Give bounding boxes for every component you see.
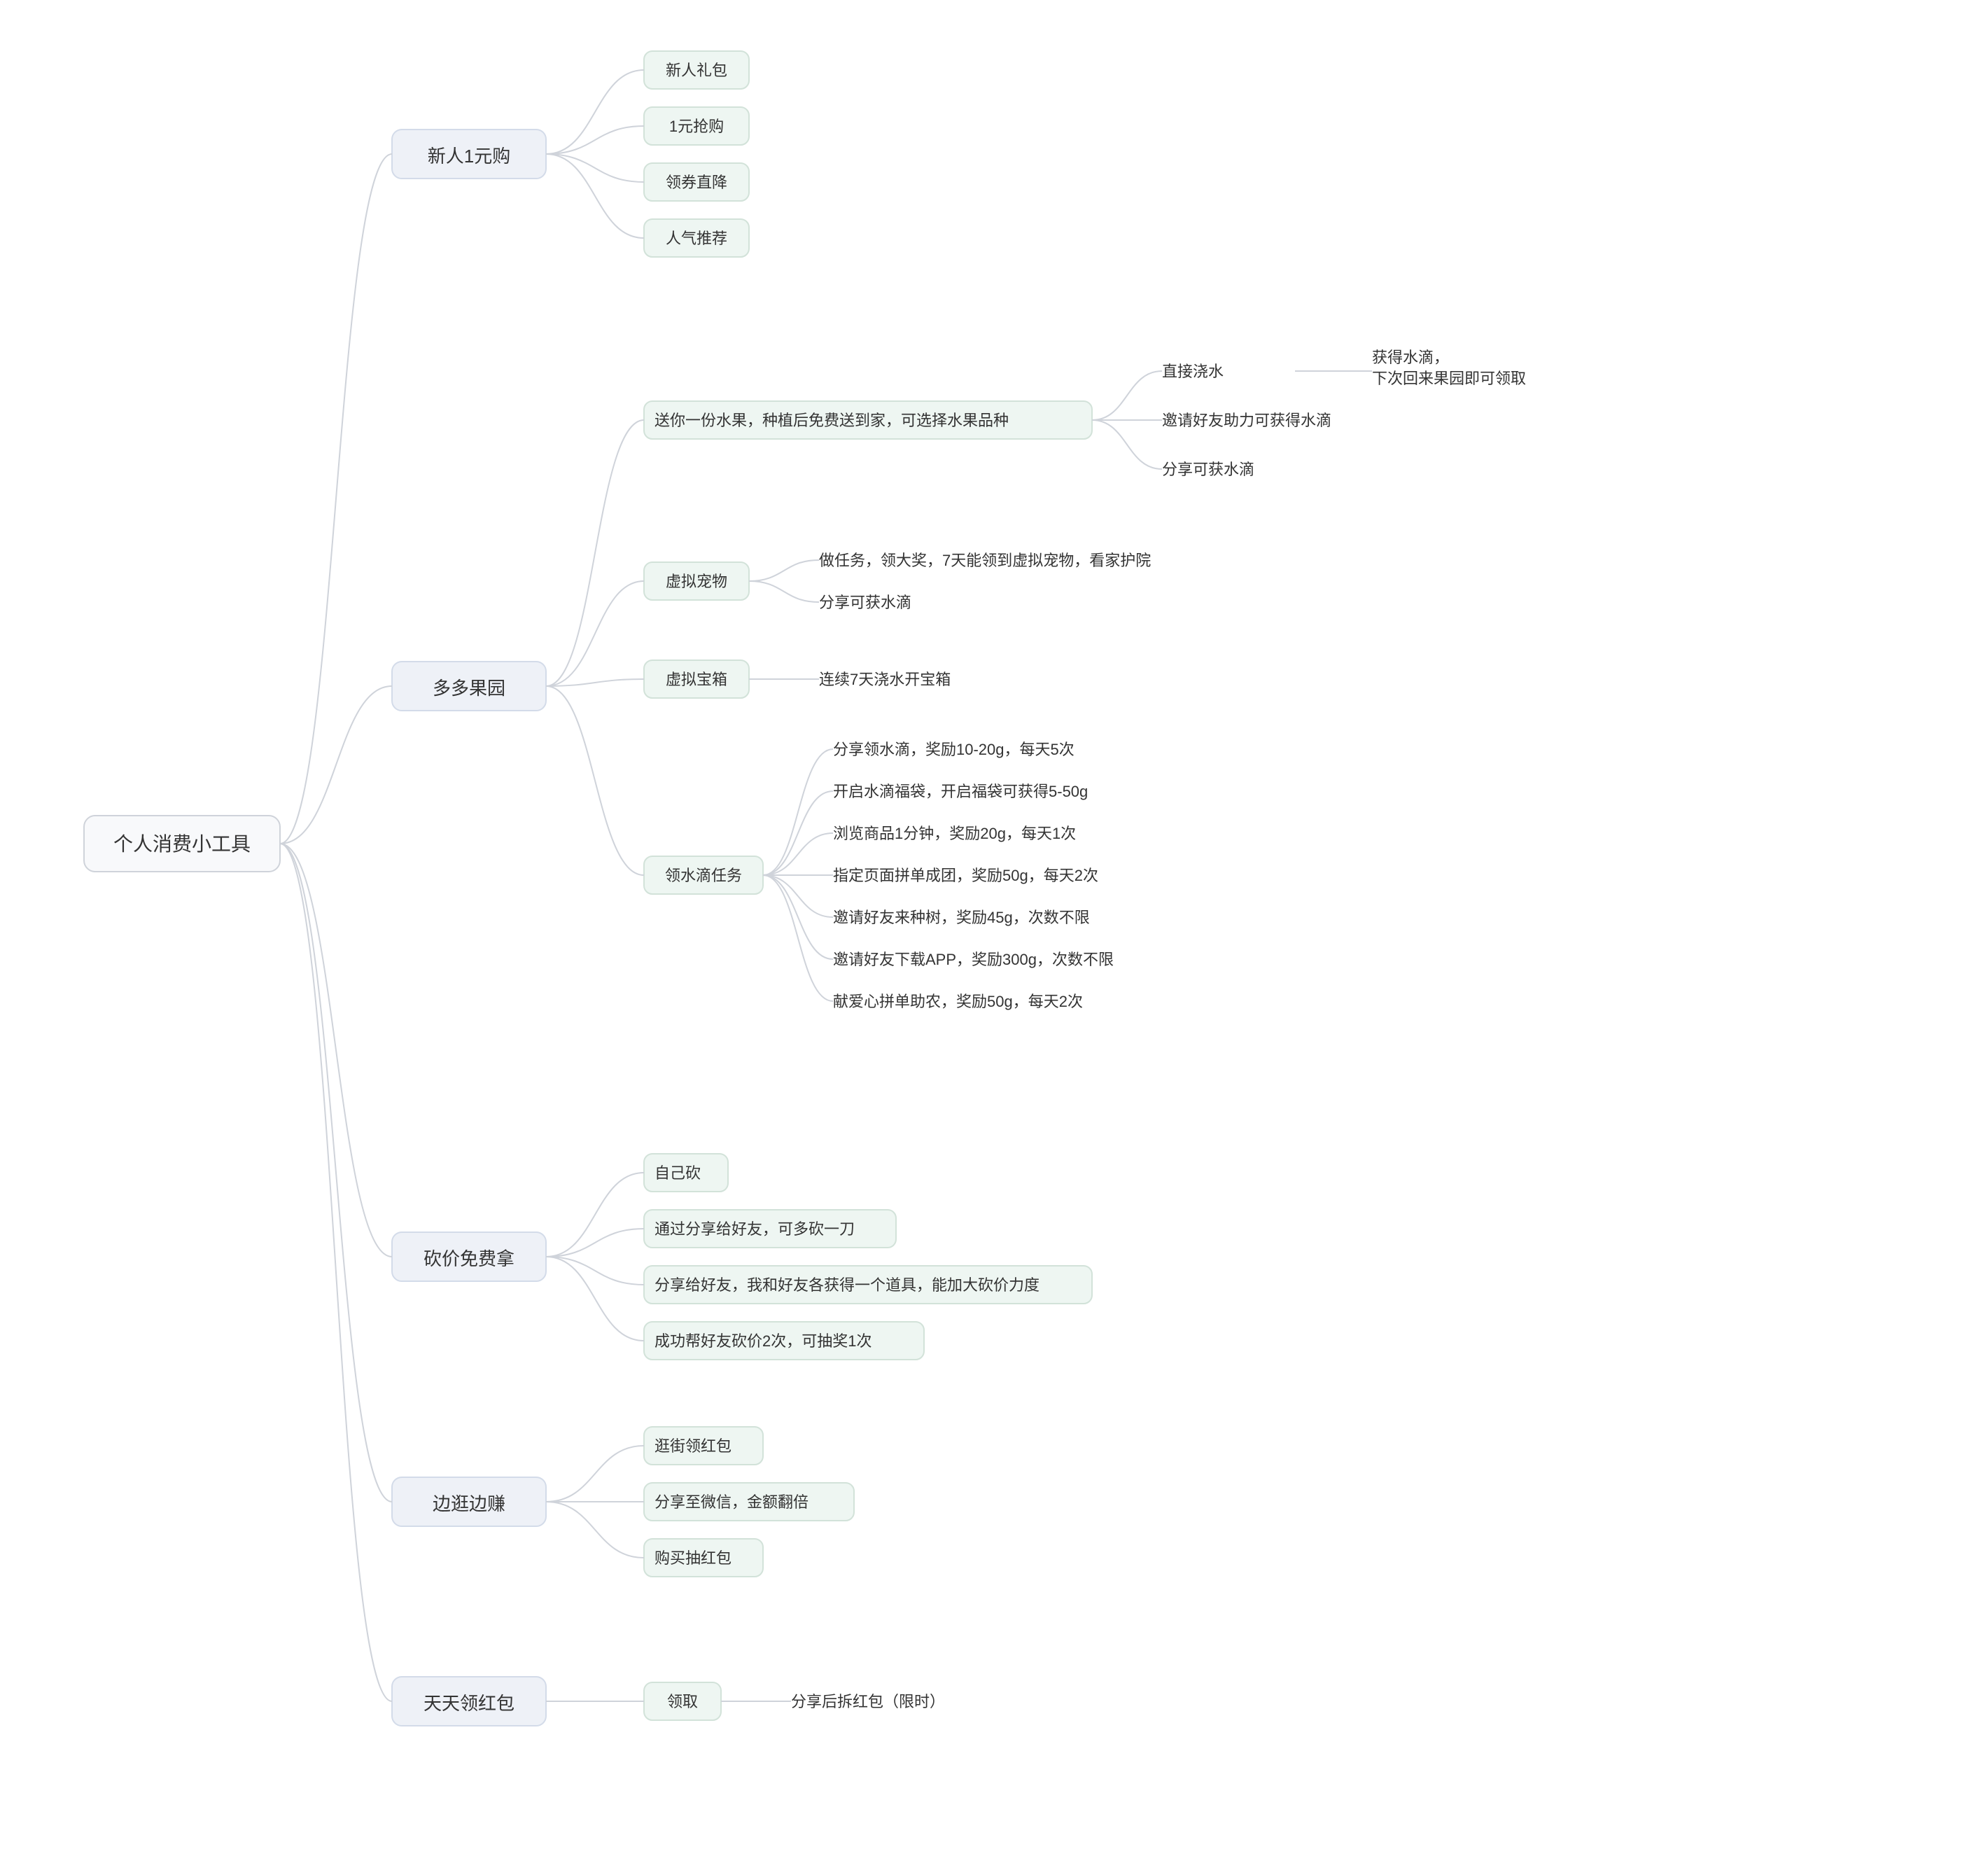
- c2-tasks-child-0: 分享领水滴，奖励10-20g，每天5次: [833, 741, 1074, 758]
- leaf-c2-chest[interactable]: 虚拟宝箱: [644, 660, 749, 698]
- conn: [763, 749, 833, 875]
- c2-tasks-child-6: 献爱心拼单助农，奖励50g，每天2次: [833, 993, 1083, 1010]
- conn: [546, 154, 644, 182]
- leaf-c3-2[interactable]: 分享给好友，我和好友各获得一个道具，能加大砍价力度: [644, 1266, 1092, 1304]
- cat-label-1: 新人1元购: [428, 146, 510, 167]
- c2-chest-child-0: 连续7天浇水开宝箱: [819, 671, 951, 688]
- conn: [763, 875, 833, 917]
- conn: [546, 154, 644, 238]
- cat-label-3: 砍价免费拿: [424, 1248, 514, 1269]
- leaf-c3-3[interactable]: 成功帮好友砍价2次，可抽奖1次: [644, 1322, 924, 1360]
- conn-root-cat: [280, 844, 392, 1701]
- cat-node-4[interactable]: 边逛边赚: [392, 1477, 546, 1526]
- leaf-c4-1-label: 分享至微信，金额翻倍: [654, 1493, 808, 1511]
- c2-tasks-child-1: 开启水滴福袋，开启福袋可获得5-50g: [833, 783, 1088, 800]
- conn: [546, 1446, 644, 1502]
- conn: [546, 1257, 644, 1285]
- c2-tasks-child-3: 指定页面拼单成团，奖励50g，每天2次: [833, 867, 1098, 884]
- leaf-c2-chest-label: 虚拟宝箱: [666, 671, 727, 688]
- leaf-c2-tasks[interactable]: 领水滴任务: [644, 856, 763, 894]
- conn: [763, 833, 833, 875]
- conn: [546, 1257, 644, 1341]
- leaf-c2-pet-label: 虚拟宠物: [666, 573, 727, 590]
- cat-node-1[interactable]: 新人1元购: [392, 130, 546, 179]
- leaf-c1-0[interactable]: 新人礼包: [644, 51, 749, 89]
- leaf-c1-2-label: 领券直降: [666, 174, 727, 191]
- conn: [546, 1173, 644, 1257]
- cat-label-2: 多多果园: [433, 678, 505, 699]
- conn: [546, 1229, 644, 1257]
- leaf-c3-0[interactable]: 自己砍: [644, 1154, 728, 1192]
- root-node[interactable]: 个人消费小工具: [84, 816, 280, 872]
- c2-planting-child-0-note-l1: 获得水滴，: [1372, 349, 1449, 366]
- conn: [546, 70, 644, 154]
- conn: [546, 581, 644, 686]
- cat-label-4: 边逛边赚: [433, 1493, 505, 1514]
- conn: [1092, 420, 1162, 469]
- leaf-c4-2[interactable]: 购买抽红包: [644, 1539, 763, 1577]
- leaf-c1-3[interactable]: 人气推荐: [644, 219, 749, 257]
- leaf-c3-2-label: 分享给好友，我和好友各获得一个道具，能加大砍价力度: [654, 1276, 1040, 1294]
- leaf-c2-planting-label: 送你一份水果，种植后免费送到家，可选择水果品种: [654, 412, 1009, 429]
- leaf-c2-planting[interactable]: 送你一份水果，种植后免费送到家，可选择水果品种: [644, 401, 1092, 439]
- conn: [763, 875, 833, 1001]
- conn: [749, 560, 819, 581]
- leaf-c3-1[interactable]: 通过分享给好友，可多砍一刀: [644, 1210, 896, 1248]
- leaf-c4-0[interactable]: 逛街领红包: [644, 1427, 763, 1465]
- cat-node-5[interactable]: 天天领红包: [392, 1677, 546, 1726]
- leaf-c3-0-label: 自己砍: [654, 1164, 701, 1182]
- conn: [546, 420, 644, 686]
- leaf-c4-2-label: 购买抽红包: [654, 1549, 732, 1567]
- c2-planting-child-2: 分享可获水滴: [1162, 461, 1254, 478]
- leaf-c1-0-label: 新人礼包: [666, 62, 727, 79]
- conn: [763, 791, 833, 875]
- cat-node-2[interactable]: 多多果园: [392, 662, 546, 711]
- conn: [546, 686, 644, 875]
- conn: [546, 126, 644, 154]
- conn: [1092, 371, 1162, 420]
- conn-root-cat: [280, 844, 392, 1502]
- c2-planting-child-1: 邀请好友助力可获得水滴: [1162, 412, 1331, 429]
- conn-root-cat: [280, 154, 392, 844]
- leaf-c1-1-label: 1元抢购: [669, 118, 724, 135]
- cat-node-3[interactable]: 砍价免费拿: [392, 1232, 546, 1281]
- c2-tasks-child-5: 邀请好友下载APP，奖励300g，次数不限: [833, 951, 1114, 968]
- c2-tasks-child-4: 邀请好友来种树，奖励45g，次数不限: [833, 909, 1090, 926]
- leaf-c5-0-note: 分享后拆红包（限时）: [791, 1693, 945, 1710]
- c2-pet-child-0: 做任务，领大奖，7天能领到虚拟宠物，看家护院: [819, 552, 1151, 569]
- leaf-c3-3-label: 成功帮好友砍价2次，可抽奖1次: [654, 1332, 872, 1350]
- c2-planting-child-0: 直接浇水: [1162, 363, 1224, 380]
- leaf-c1-2[interactable]: 领券直降: [644, 163, 749, 201]
- conn: [763, 875, 833, 959]
- leaf-c2-tasks-label: 领水滴任务: [665, 867, 742, 884]
- leaf-c2-pet[interactable]: 虚拟宠物: [644, 562, 749, 600]
- leaf-c1-1[interactable]: 1元抢购: [644, 107, 749, 145]
- root-label: 个人消费小工具: [113, 833, 251, 855]
- mindmap-canvas: 个人消费小工具 新人1元购 多多果园 砍价免费拿 边逛边赚 天天领红包 新人礼包…: [0, 0, 1988, 1849]
- leaf-c5-0[interactable]: 领取: [644, 1682, 721, 1720]
- leaf-c5-0-label: 领取: [667, 1693, 698, 1710]
- c2-pet-child-1: 分享可获水滴: [819, 594, 911, 611]
- conn-root-cat: [280, 844, 392, 1257]
- leaf-c4-0-label: 逛街领红包: [654, 1437, 732, 1455]
- c2-planting-child-0-note-l2: 下次回来果园即可领取: [1372, 370, 1526, 387]
- cat-label-5: 天天领红包: [424, 1693, 514, 1714]
- leaf-c4-1[interactable]: 分享至微信，金额翻倍: [644, 1483, 854, 1521]
- conn: [749, 581, 819, 602]
- c2-tasks-child-2: 浏览商品1分钟，奖励20g，每天1次: [833, 825, 1076, 842]
- conn: [546, 1502, 644, 1558]
- leaf-c3-1-label: 通过分享给好友，可多砍一刀: [654, 1220, 855, 1238]
- leaf-c1-3-label: 人气推荐: [666, 230, 727, 247]
